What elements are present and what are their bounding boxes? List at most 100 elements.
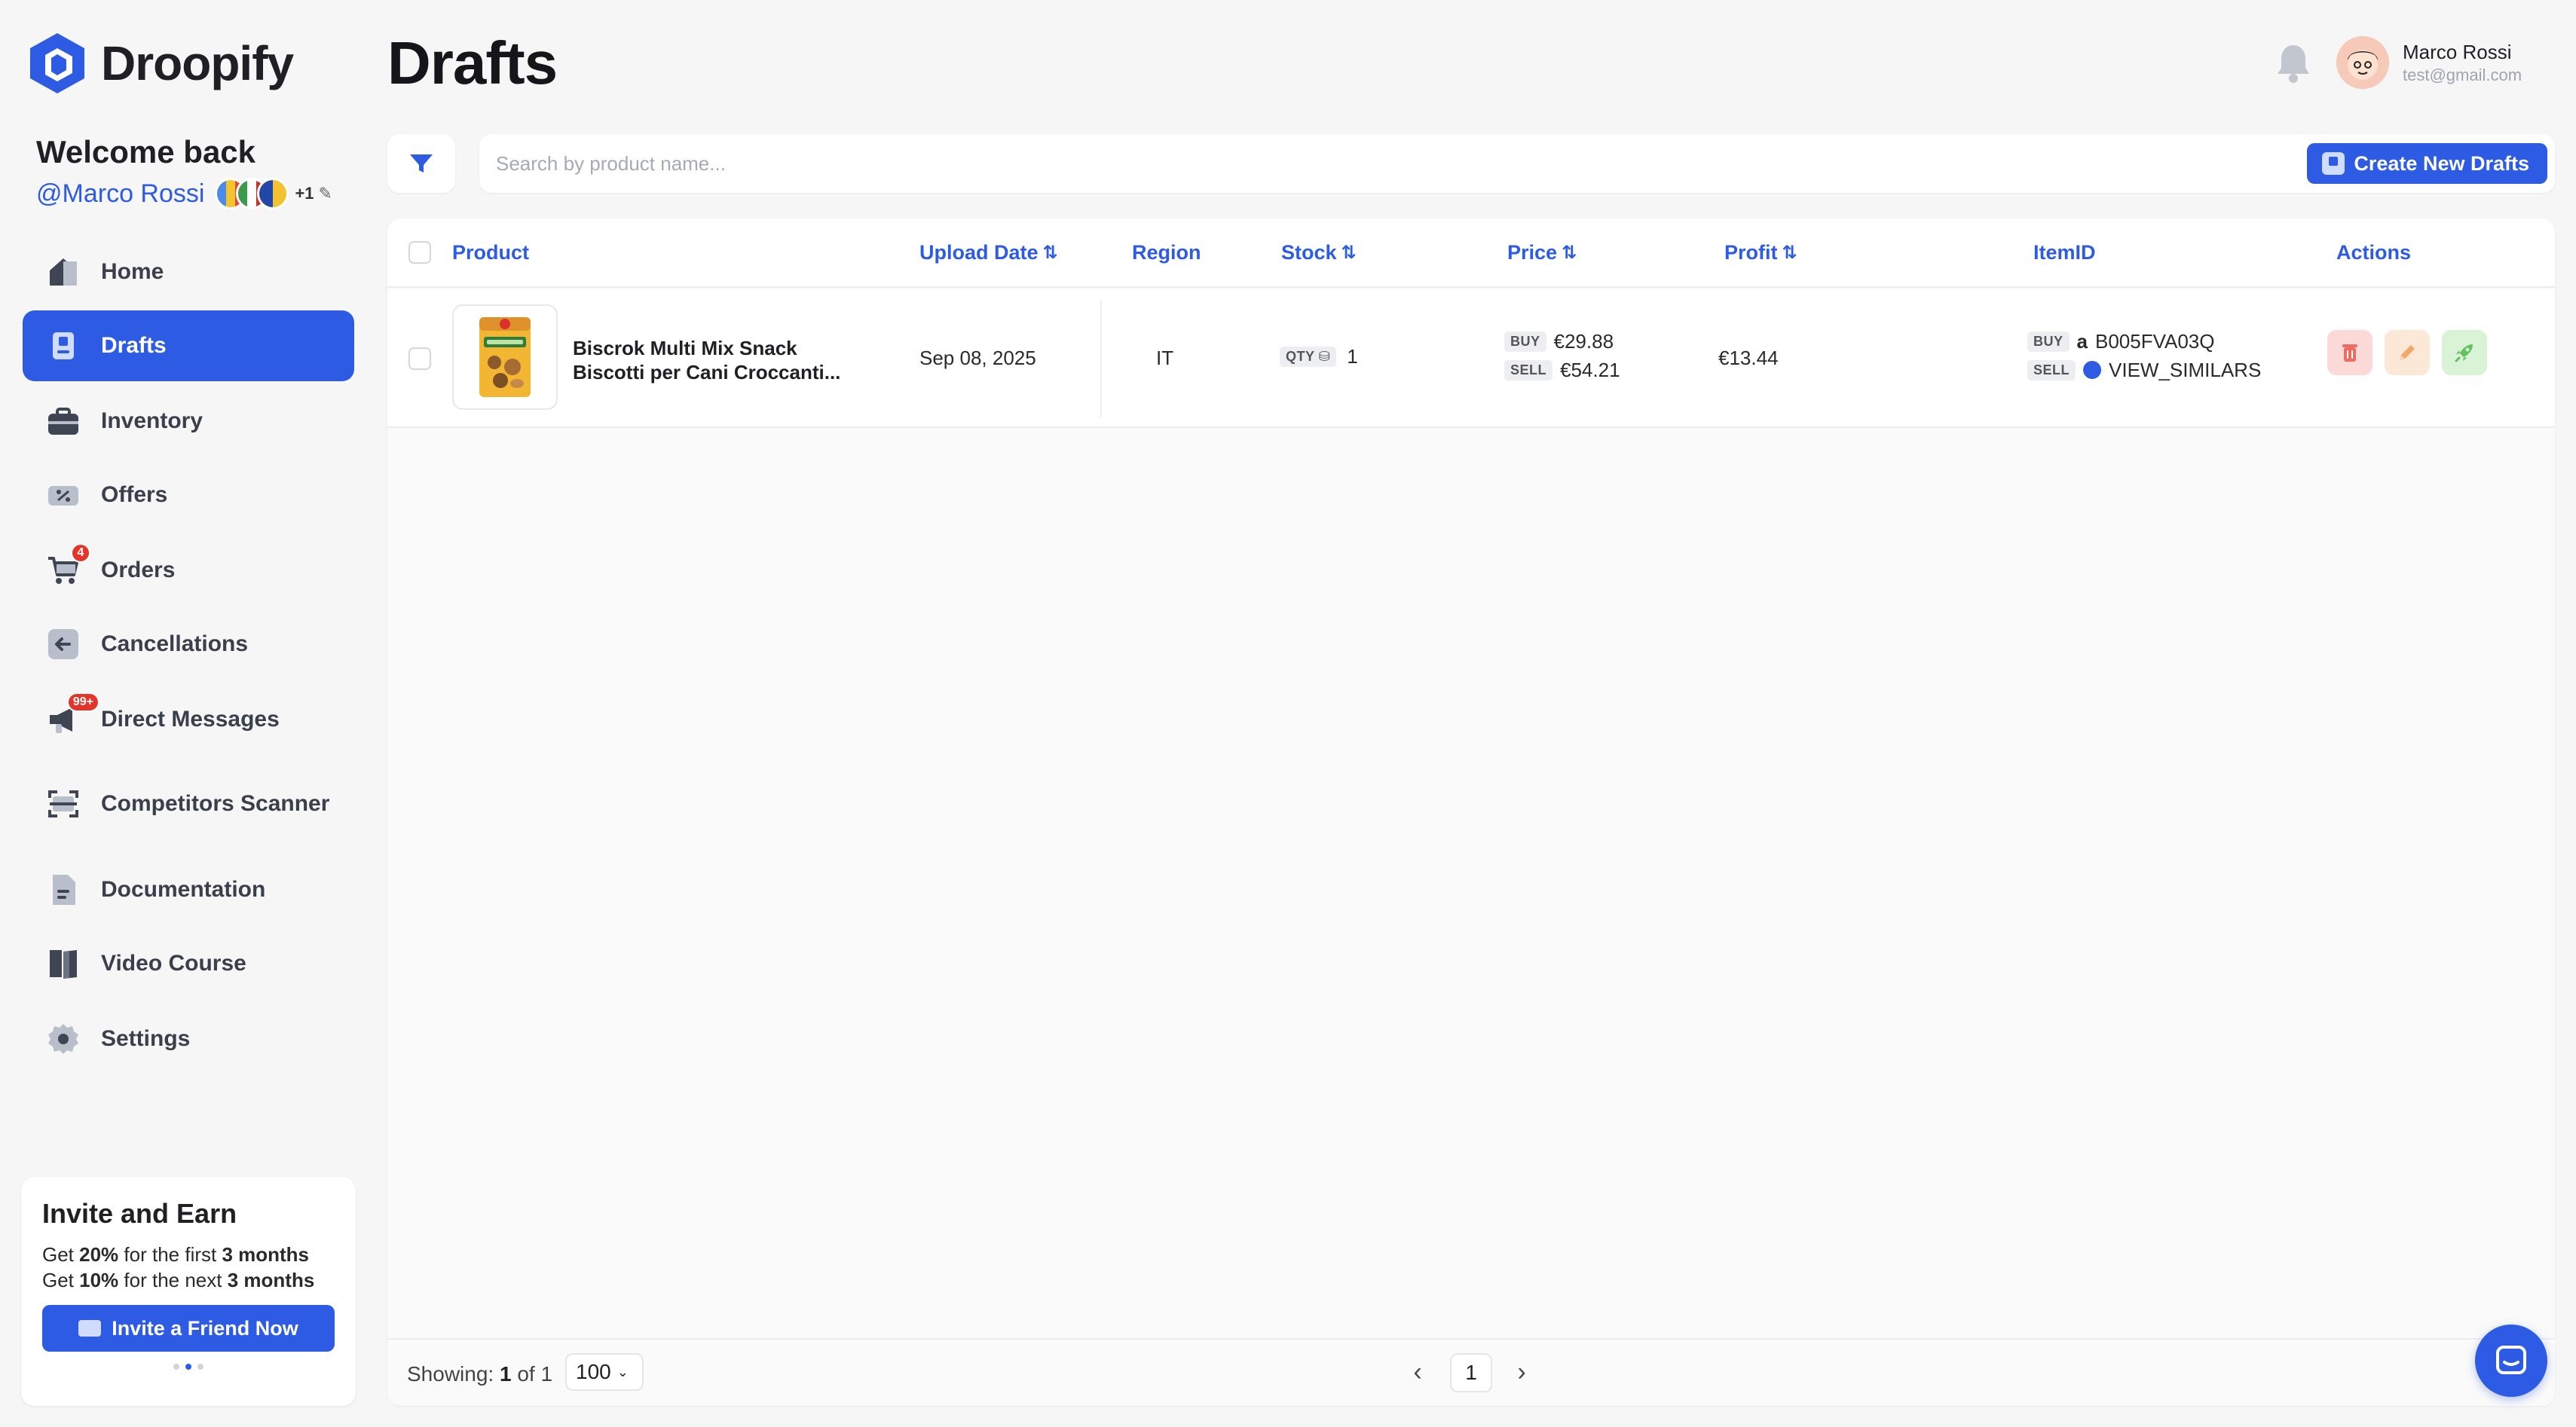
sidebar-item-cancellations[interactable]: Cancellations	[23, 609, 354, 680]
sidebar-item-label: Inventory	[101, 408, 203, 433]
sidebar-item-label: Drafts	[101, 333, 167, 358]
upload-date: Sep 08, 2025	[919, 347, 1036, 369]
filter-button[interactable]	[387, 134, 455, 193]
user-name: Marco Rossi	[2403, 40, 2512, 63]
column-profit[interactable]: Profit ⇅	[1724, 241, 1797, 264]
sidebar-item-label: Cancellations	[101, 631, 249, 656]
qty-tag: QTY ⛁	[1280, 347, 1337, 367]
sidebar-item-home[interactable]: Home	[23, 237, 354, 307]
pencil-icon	[2400, 345, 2415, 360]
marketplace-flag-icon	[257, 178, 289, 209]
sort-icon[interactable]: ⇅	[1043, 242, 1058, 264]
user-handle[interactable]: @Marco Rossi	[36, 179, 204, 209]
mail-icon	[78, 1320, 102, 1337]
column-price[interactable]: Price ⇅	[1507, 241, 1577, 264]
sell-price: €54.21	[1560, 358, 1620, 381]
brand[interactable]: Droopify	[27, 32, 294, 95]
table-footer: Showing: 1 of 1 100 ⌄ ‹ 1 ›	[387, 1338, 2555, 1406]
carousel-dot-active[interactable]	[185, 1364, 191, 1370]
sidebar-item-label: Video Course	[101, 951, 246, 976]
column-upload-date[interactable]: Upload Date ⇅	[919, 241, 1058, 264]
product-thumbnail[interactable]	[452, 304, 558, 410]
search-input[interactable]	[496, 145, 2154, 182]
sidebar-item-label: Direct Messages	[101, 707, 280, 732]
user-profile[interactable]: Marco Rossi test@gmail.com	[2336, 36, 2522, 89]
briefcase-icon	[47, 405, 80, 438]
row-checkbox[interactable]	[408, 347, 431, 370]
carousel-dots	[42, 1364, 335, 1370]
edit-pencil-icon[interactable]: ✎	[319, 184, 332, 203]
cart-icon: 4	[47, 543, 90, 587]
edit-button[interactable]	[2385, 330, 2430, 375]
column-region: Region	[1132, 241, 1201, 264]
buy-tag: BUY	[2027, 331, 2070, 352]
region: IT	[1156, 347, 1174, 369]
previous-page-button[interactable]: ‹	[1406, 1358, 1429, 1387]
sidebar-item-offers[interactable]: Offers	[23, 460, 354, 530]
orders-badge: 4	[71, 543, 90, 563]
draft-add-icon	[2322, 152, 2345, 175]
megaphone-icon: 99+	[47, 692, 99, 736]
page-title: Drafts	[387, 29, 558, 96]
showing-count: Showing: 1 of 1	[407, 1362, 553, 1386]
sidebar-item-direct-messages[interactable]: 99+ Direct Messages	[23, 684, 354, 755]
buy-item-id[interactable]: B005FVA03Q	[2095, 330, 2215, 353]
buy-price: €29.88	[1553, 329, 1614, 353]
ticket-icon	[47, 478, 80, 512]
select-all-checkbox[interactable]	[408, 241, 431, 264]
book-icon	[47, 947, 80, 980]
sort-icon[interactable]: ⇅	[1562, 242, 1577, 264]
sidebar-item-label: Orders	[101, 558, 176, 582]
invite-line-2: Get 10% for the next 3 months	[42, 1269, 315, 1291]
sidebar-item-settings[interactable]: Settings	[23, 1004, 354, 1074]
invite-line-1: Get 20% for the first 3 months	[42, 1243, 310, 1266]
sidebar-item-competitors-scanner[interactable]: Competitors Scanner	[23, 769, 354, 839]
marketplaces-more-count: +1	[295, 184, 314, 203]
sidebar-item-drafts[interactable]: Drafts	[23, 310, 354, 381]
sidebar-item-label: Offers	[101, 482, 168, 507]
table-header: Product Upload Date ⇅ Region Stock ⇅ Price…	[387, 218, 2555, 288]
table-row[interactable]: Biscrok Multi Mix Snack Biscotti per Can…	[387, 289, 2555, 428]
sell-tag: SELL	[1504, 359, 1553, 380]
sidebar-item-label: Competitors Scanner	[101, 791, 330, 816]
sidebar-item-label: Home	[101, 259, 164, 284]
stock-cell: QTY ⛁ 1	[1280, 345, 1358, 368]
invite-title: Invite and Earn	[42, 1198, 237, 1229]
invite-friend-button[interactable]: Invite a Friend Now	[42, 1305, 335, 1352]
carousel-dot[interactable]	[197, 1364, 203, 1370]
delete-button[interactable]	[2327, 330, 2373, 375]
welcome-text: Welcome back	[36, 134, 256, 170]
sort-icon[interactable]: ⇅	[1342, 242, 1357, 264]
avatar	[2336, 36, 2389, 89]
home-icon	[47, 255, 80, 289]
carousel-dot[interactable]	[173, 1364, 179, 1370]
bell-icon[interactable]	[2275, 42, 2312, 84]
column-stock[interactable]: Stock ⇅	[1281, 241, 1357, 264]
create-new-drafts-button[interactable]: Create New Drafts	[2307, 143, 2547, 184]
column-product[interactable]: Product	[452, 241, 529, 264]
brand-name: Droopify	[101, 36, 294, 90]
chat-launcher-button[interactable]	[2475, 1325, 2547, 1397]
chat-icon	[2496, 1346, 2526, 1374]
sidebar-item-inventory[interactable]: Inventory	[23, 386, 354, 457]
messages-badge: 99+	[66, 692, 99, 712]
marketplace-flags[interactable]	[215, 178, 289, 209]
sidebar-item-orders[interactable]: 4 Orders	[23, 535, 354, 606]
next-page-button[interactable]: ›	[1510, 1358, 1533, 1387]
sell-item-id[interactable]: VIEW_SIMILARS	[2109, 359, 2261, 382]
sort-icon[interactable]: ⇅	[1782, 242, 1797, 264]
chevron-down-icon: ⌄	[616, 1364, 629, 1380]
sidebar-item-label: Settings	[101, 1026, 191, 1051]
invite-card: Invite and Earn Get 20% for the first 3 …	[21, 1177, 356, 1406]
profit: €13.44	[1718, 347, 1779, 369]
sidebar-item-documentation[interactable]: Documentation	[23, 854, 354, 925]
stock-qty: 1	[1347, 345, 1358, 368]
sidebar-item-label: Documentation	[101, 877, 266, 902]
sidebar-item-video-course[interactable]: Video Course	[23, 928, 354, 999]
product-name[interactable]: Biscrok Multi Mix Snack Biscotti per Can…	[573, 336, 859, 384]
publish-button[interactable]	[2442, 330, 2487, 375]
user-email: test@gmail.com	[2403, 65, 2522, 84]
current-page-button[interactable]: 1	[1450, 1353, 1492, 1392]
per-page-select[interactable]: 100 ⌄	[565, 1353, 644, 1391]
column-item-id: ItemID	[2033, 241, 2096, 264]
